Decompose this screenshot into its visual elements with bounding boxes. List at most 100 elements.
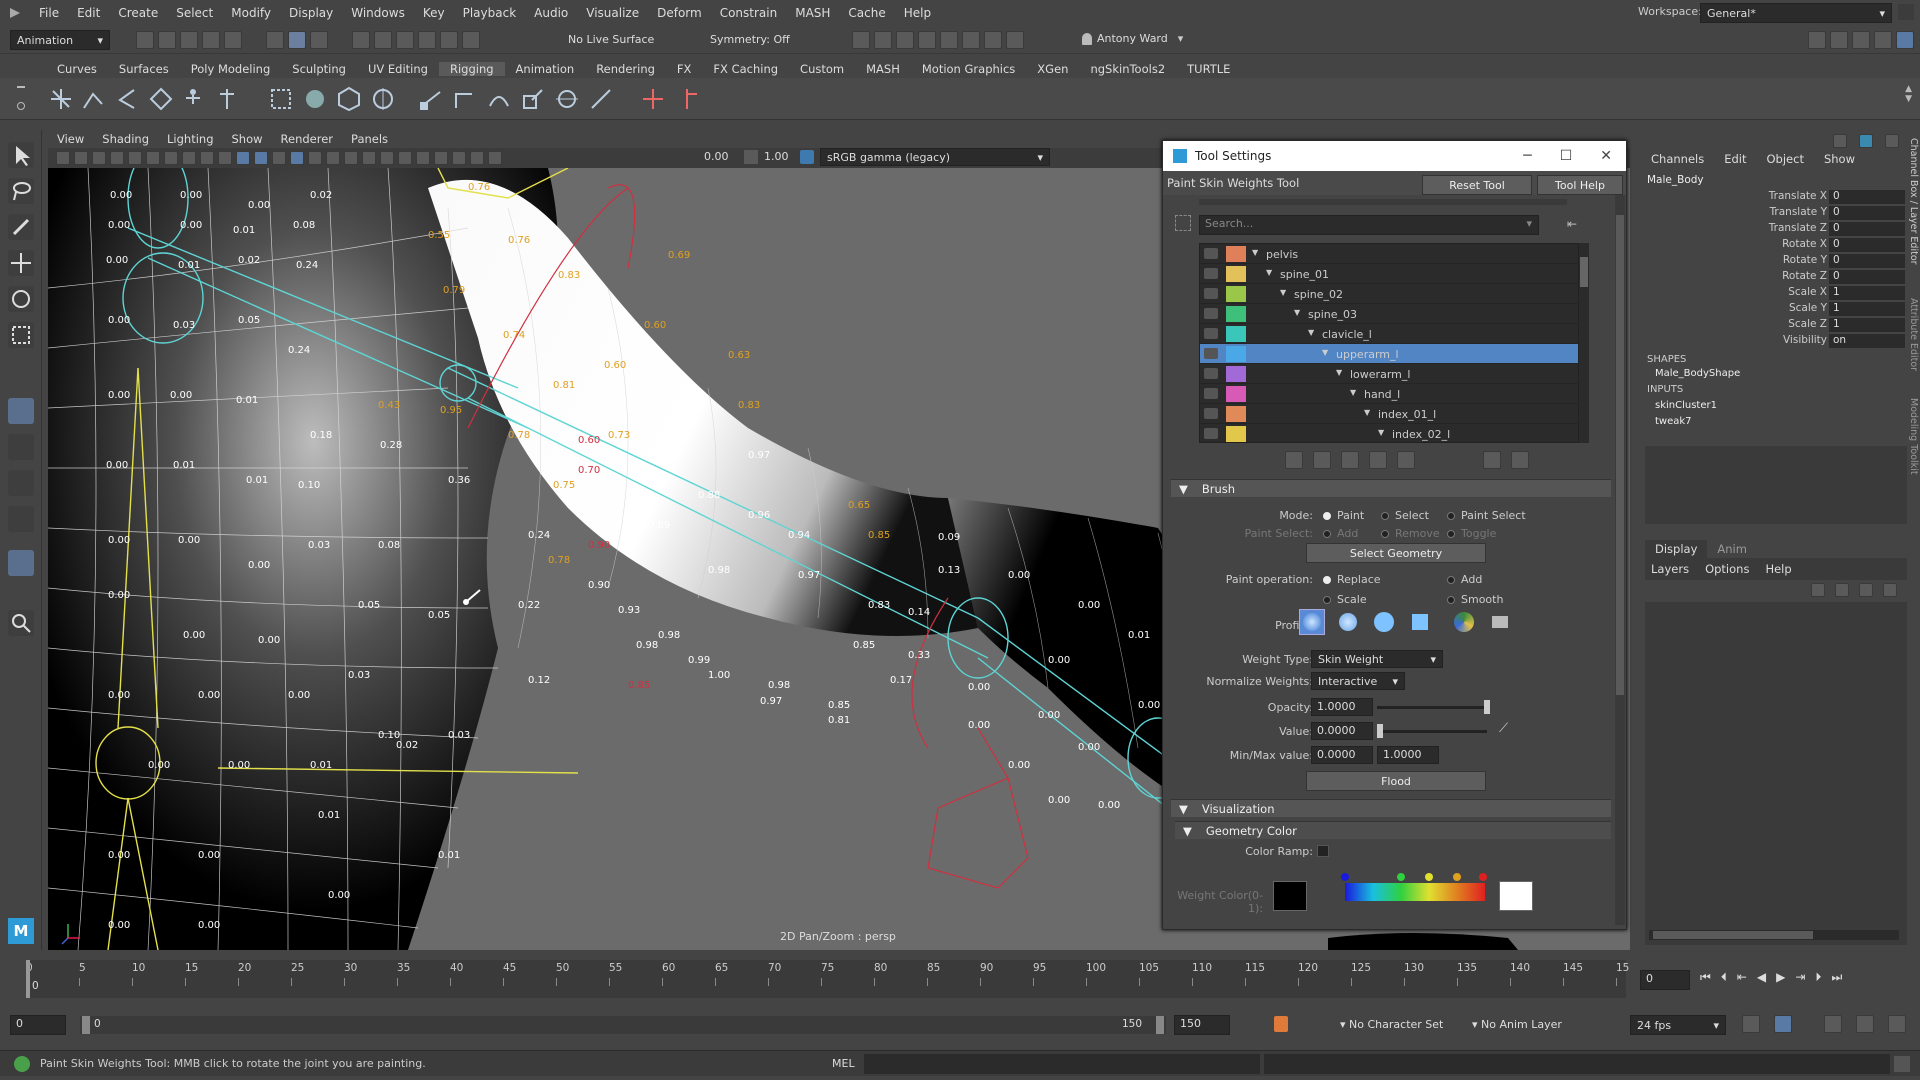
solid-square-brush-icon[interactable] xyxy=(1407,609,1433,635)
menu-create[interactable]: Create xyxy=(109,6,167,20)
point-constraint-icon[interactable] xyxy=(452,86,478,112)
channel-row[interactable]: Visibility on xyxy=(1645,334,1905,350)
loop-icon[interactable] xyxy=(1742,1015,1760,1033)
shelf-tab-xgen[interactable]: XGen xyxy=(1026,62,1079,76)
gaussian-brush-icon[interactable] xyxy=(1299,609,1325,635)
minimize-icon[interactable]: ─ xyxy=(1523,148,1531,164)
step-back-icon[interactable]: ⏴ xyxy=(1721,970,1727,985)
remove-influence-icon[interactable] xyxy=(674,86,700,112)
play-backward-icon[interactable]: ◀ xyxy=(1757,970,1766,985)
channel-name[interactable]: Scale Y xyxy=(1789,302,1827,314)
xray-joints-icon[interactable] xyxy=(326,151,340,165)
time-slider-track[interactable]: 0 5 10 15 20 25 30 35 40 45 50 55 60 65 70 75 80 85 90 95 10… xyxy=(26,960,1629,998)
scale-constraint-icon[interactable] xyxy=(520,86,546,112)
influence-color-swatch[interactable] xyxy=(1226,386,1246,402)
create-joint-icon[interactable] xyxy=(48,86,74,112)
paint-select-add-radio[interactable]: Add xyxy=(1323,527,1358,540)
shelf-tab-custom[interactable]: Custom xyxy=(789,62,855,76)
ramp-marker-icon[interactable] xyxy=(1453,873,1461,881)
persp-outliner-layout-icon[interactable] xyxy=(8,470,34,496)
channel-name[interactable]: Rotate X xyxy=(1782,238,1827,250)
influence-search-input[interactable]: Search... ▾ xyxy=(1199,215,1539,235)
opacity-slider-handle[interactable] xyxy=(1484,700,1490,714)
menu-key[interactable]: Key xyxy=(414,6,454,20)
settings-icon[interactable] xyxy=(1888,1015,1906,1033)
layer-menu-layers[interactable]: Layers xyxy=(1651,562,1689,576)
workspace-dropdown[interactable]: General* ▾ xyxy=(1700,3,1892,23)
render-frame-icon[interactable] xyxy=(874,31,892,49)
menu-select[interactable]: Select xyxy=(167,6,222,20)
channel-row[interactable]: Rotate Z0 xyxy=(1645,270,1905,286)
expand-triangle-icon[interactable]: ▼ xyxy=(1280,288,1286,297)
channel-row[interactable]: Rotate Y0 xyxy=(1645,254,1905,270)
motion-blur-icon[interactable] xyxy=(416,151,430,165)
shelf-tab-motion-graphics[interactable]: Motion Graphics xyxy=(911,62,1026,76)
influence-row[interactable]: ▼ spine_01 xyxy=(1200,264,1578,284)
light-editor-icon[interactable] xyxy=(984,31,1002,49)
shelf-options-icon[interactable] xyxy=(14,82,28,116)
tool-settings-icon[interactable] xyxy=(1852,31,1870,49)
channel-row[interactable]: Rotate X0 xyxy=(1645,238,1905,254)
mode-paint-select-radio[interactable]: Paint Select xyxy=(1447,509,1526,522)
weight-type-dropdown[interactable]: Skin Weight ▾ xyxy=(1311,650,1443,668)
gamma-value[interactable]: 1.00 xyxy=(764,150,789,163)
paint-op-scale-radio[interactable]: Scale xyxy=(1323,593,1367,606)
influence-color-swatch[interactable] xyxy=(1226,246,1246,262)
color-management-icon[interactable] xyxy=(800,150,814,164)
hypershade-icon[interactable] xyxy=(940,31,958,49)
paint-op-smooth-radio[interactable]: Smooth xyxy=(1447,593,1503,606)
tab-anim[interactable]: Anim xyxy=(1707,540,1757,558)
four-view-layout-icon[interactable] xyxy=(8,434,34,460)
script-editor-icon[interactable] xyxy=(1894,1056,1910,1072)
move-layer-down-icon[interactable] xyxy=(1835,583,1849,597)
opacity-field[interactable]: 1.0000 xyxy=(1311,698,1373,716)
channel-value[interactable]: 0 xyxy=(1829,222,1905,236)
ramp-marker-icon[interactable] xyxy=(1397,873,1405,881)
user-account[interactable]: Antony Ward ▾ xyxy=(1082,32,1183,45)
rotate-tool-icon[interactable] xyxy=(8,286,34,312)
eyedropper-icon[interactable]: ⟋ xyxy=(1499,721,1508,736)
ik-spline-icon[interactable] xyxy=(114,86,140,112)
textured-icon[interactable] xyxy=(344,151,358,165)
pole-vector-icon[interactable] xyxy=(588,86,614,112)
lock-weights-icon[interactable] xyxy=(1204,328,1218,339)
scene-start-field[interactable]: 0 xyxy=(10,1015,66,1035)
channel-value[interactable]: 1 xyxy=(1829,286,1905,300)
open-scene-icon[interactable] xyxy=(158,31,176,49)
workspace-lock-icon[interactable] xyxy=(1898,4,1914,20)
lasso-tool-icon[interactable] xyxy=(8,178,34,204)
channel-row[interactable]: Scale X1 xyxy=(1645,286,1905,302)
search-options-icon[interactable]: ⇤ xyxy=(1567,217,1577,231)
film-gate-icon[interactable] xyxy=(128,151,142,165)
layer-menu-options[interactable]: Options xyxy=(1705,562,1749,576)
influence-row[interactable]: ▼ clavicle_l xyxy=(1200,324,1578,344)
expand-triangle-icon[interactable]: ▼ xyxy=(1322,348,1328,357)
outliner-layout-icon[interactable] xyxy=(8,550,34,576)
paint-select-toggle-radio[interactable]: Toggle xyxy=(1447,527,1496,540)
channel-value[interactable]: 0 xyxy=(1829,190,1905,204)
influence-row[interactable]: ▼ index_01_l xyxy=(1200,404,1578,424)
new-scene-icon[interactable] xyxy=(136,31,154,49)
shelf-tab-uv-editing[interactable]: UV Editing xyxy=(357,62,439,76)
ramp-marker-icon[interactable] xyxy=(1425,873,1433,881)
tool-settings-scrollbar[interactable] xyxy=(1615,195,1625,925)
expand-triangle-icon[interactable]: ▼ xyxy=(1364,408,1370,417)
image-plane-icon[interactable] xyxy=(92,151,106,165)
copy-weights-icon[interactable] xyxy=(1285,451,1303,469)
menu-visualize[interactable]: Visualize xyxy=(577,6,648,20)
gamma-icon[interactable] xyxy=(744,150,758,164)
channel-value[interactable]: 0 xyxy=(1829,254,1905,268)
expand-triangle-icon[interactable]: ▼ xyxy=(1336,368,1342,377)
lock-weights-icon[interactable] xyxy=(1204,428,1218,439)
sound-icon[interactable] xyxy=(1824,1015,1842,1033)
current-frame-field[interactable]: 0 xyxy=(1640,970,1690,990)
attribute-editor-icon[interactable] xyxy=(1830,31,1848,49)
maximize-icon[interactable]: ☐ xyxy=(1560,148,1573,164)
reset-tool-button[interactable]: Reset Tool xyxy=(1422,175,1532,195)
menu-set-dropdown[interactable]: Animation ▾ xyxy=(10,30,110,50)
browse-folder-icon[interactable] xyxy=(1487,609,1513,635)
shelf-tab-ngskintools2[interactable]: ngSkinTools2 xyxy=(1079,62,1176,76)
auto-key-icon[interactable] xyxy=(1274,1016,1288,1032)
channel-menu-show[interactable]: Show xyxy=(1824,152,1855,166)
default-material-icon[interactable] xyxy=(272,151,286,165)
